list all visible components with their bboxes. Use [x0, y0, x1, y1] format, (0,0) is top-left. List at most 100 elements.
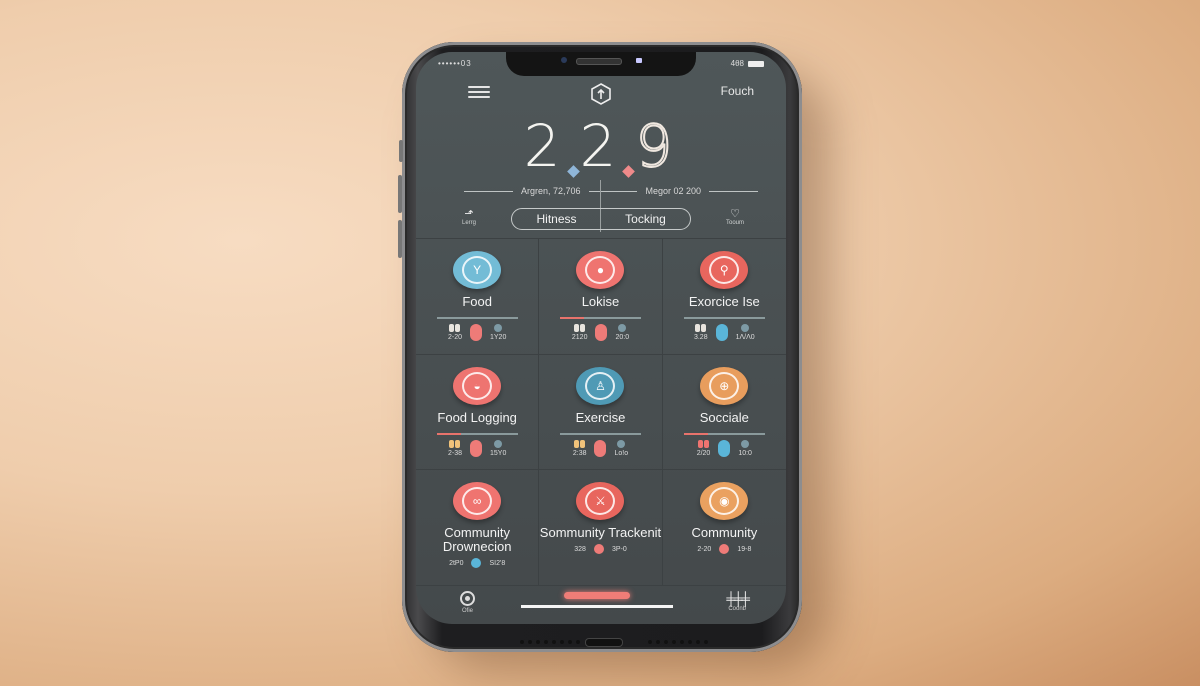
- camera-icon: [561, 57, 567, 63]
- side-left-label: Lerrg: [461, 220, 476, 226]
- phone-screen: ••••••03 4θ8 Fouch 229 Argren, 72,706 Me…: [416, 52, 786, 624]
- digit-2: 2: [579, 112, 623, 180]
- mute-switch: [399, 140, 403, 162]
- status-dot: [593, 544, 604, 555]
- tile-label: Sommunity Trackenit: [539, 525, 662, 541]
- icon-glyph: ⚲: [709, 256, 740, 284]
- icon-glyph: ◉: [709, 487, 740, 516]
- dot-icon: [494, 324, 503, 332]
- metric-left: 3.28: [693, 334, 708, 341]
- progress-bar: [436, 432, 518, 435]
- hamburger-menu-icon[interactable]: [468, 86, 490, 98]
- stats-row: Argren, 72,706 Megor 02 200: [456, 186, 766, 196]
- tile-food[interactable]: Y Food 2-20 1Y20: [416, 239, 540, 355]
- tab-hitness[interactable]: Hitness: [512, 209, 601, 229]
- tile-community-drownecion[interactable]: ∞ Community Drownecion 2tP0 SI2'8: [416, 470, 540, 586]
- digit-1: 2: [523, 112, 567, 180]
- metric-left: 2:38: [572, 449, 587, 457]
- tile-metrics: 2:38 Lo!o: [539, 439, 661, 457]
- tile-lokise[interactable]: ● Lokise 2120 20:0: [539, 239, 663, 355]
- hexagon-logo-icon[interactable]: [589, 82, 613, 106]
- feature-grid: Y Food 2-20 1Y20 ● Lokise 2120 20:0 ⚲ Exorcice Is…: [416, 238, 786, 586]
- metric-left: 2tP0: [449, 559, 464, 567]
- metric-right: 20:0: [615, 334, 630, 341]
- tile-exercise[interactable]: ♙ Exercise 2:38 Lo!o: [539, 354, 663, 471]
- volume-down-button: [398, 220, 402, 258]
- status-pill: [715, 324, 728, 341]
- signal-status: ••••••03: [438, 59, 472, 68]
- tile-exorcice-ise[interactable]: ⚲ Exorcice Ise 3.28 1Λ/Λ0: [662, 239, 786, 355]
- icon-glyph: ⊕: [709, 371, 740, 400]
- tab-tocking[interactable]: Tocking: [601, 209, 690, 229]
- bottom-nav: Ofie ╪╪╪ Coonb: [416, 585, 786, 624]
- pill-icon: [695, 324, 707, 332]
- nav-left-button[interactable]: Ofie: [460, 591, 475, 614]
- digit-3: 9: [634, 111, 679, 181]
- metric-left: 2/20: [696, 449, 711, 457]
- status-pill: [469, 324, 482, 341]
- metric-right: 10:0: [738, 449, 752, 457]
- tile-community[interactable]: ◉ Community 2-20 19-8: [662, 470, 786, 586]
- stat-left: Argren, 72,706: [520, 186, 581, 196]
- metric-right: 1Y20: [489, 334, 507, 341]
- tile-label: Food Logging: [437, 409, 517, 425]
- progress-bar: [560, 432, 641, 435]
- metric-right: Lo!o: [614, 449, 629, 457]
- status-text: 4θ8: [730, 59, 744, 68]
- metric-right: SI2'8: [489, 559, 506, 567]
- tile-label: Community: [691, 525, 758, 541]
- icon-glyph: ∞: [462, 487, 493, 516]
- nav-right-button[interactable]: ╪╪╪ Coonb: [726, 591, 750, 612]
- tile-label: Food: [462, 294, 492, 309]
- icon-glyph: Y: [462, 256, 493, 284]
- speaker-grill-left: [520, 640, 580, 644]
- infinity-icon: ∞: [453, 482, 502, 521]
- notch: [506, 52, 696, 76]
- nav-left-label: Ofie: [461, 608, 473, 614]
- metric-left: 2-20: [447, 334, 462, 341]
- tab-bar: Hitness Tocking: [511, 208, 691, 230]
- dot-icon: [741, 439, 750, 448]
- side-right-button[interactable]: ♡ Tooum: [718, 207, 752, 226]
- metric-right: 3P-0: [611, 545, 627, 553]
- target-icon: [460, 591, 475, 606]
- dot-icon: [741, 324, 750, 332]
- profile-icon: ◉: [700, 482, 749, 521]
- tile-label: Community Drownecion: [442, 525, 512, 555]
- home-indicator[interactable]: [521, 605, 673, 608]
- active-indicator: [564, 592, 630, 599]
- metric-right: 1Λ/Λ0: [735, 334, 755, 341]
- tile-socciale[interactable]: ⊕ Socciale 2/20 10:0: [662, 355, 786, 471]
- tile-metrics: 2tP0 SI2'8: [416, 558, 538, 569]
- pill-icon: [574, 324, 586, 332]
- pill-icon: [698, 439, 710, 448]
- sensor: [636, 58, 642, 63]
- tile-metrics: 2-20 19-8: [663, 544, 786, 555]
- status-pill: [469, 439, 482, 457]
- pill-icon: [449, 439, 461, 448]
- charging-port: [585, 638, 623, 647]
- tile-label: Exercise: [575, 409, 626, 425]
- metric-right: 15Y0: [489, 449, 507, 457]
- tile-label: Socciale: [699, 409, 749, 425]
- side-left-button[interactable]: ⬏ Lerrg: [452, 207, 486, 226]
- pill-icon: [449, 324, 461, 332]
- tile-sommunity-trackenit[interactable]: ⚔ Sommunity Trackenit 328 3P-0: [539, 470, 663, 586]
- stat-right: Megor 02 200: [645, 186, 702, 196]
- metric-right: 19-8: [737, 545, 752, 553]
- progress-bar: [683, 432, 766, 435]
- status-pill: [594, 439, 607, 457]
- big-number-display: 229: [416, 111, 786, 181]
- status-right: 4θ8: [731, 59, 764, 68]
- tile-metrics: 3.28 1Λ/Λ0: [663, 324, 786, 341]
- side-right-label: Tooum: [725, 220, 744, 226]
- tile-metrics: 2-20 1Y20: [416, 324, 538, 341]
- tile-food-logging[interactable]: ◒ Food Logging 2-38 15Y0: [416, 354, 540, 471]
- tile-metrics: 2/20 10:0: [663, 439, 786, 457]
- fork-icon: Y: [453, 251, 502, 289]
- metric-left: 2120: [571, 334, 588, 341]
- tile-metrics: 2120 20:0: [539, 324, 661, 341]
- tile-label: Lokise: [581, 294, 620, 309]
- status-pill: [595, 324, 608, 341]
- top-right-label[interactable]: Fouch: [721, 84, 754, 98]
